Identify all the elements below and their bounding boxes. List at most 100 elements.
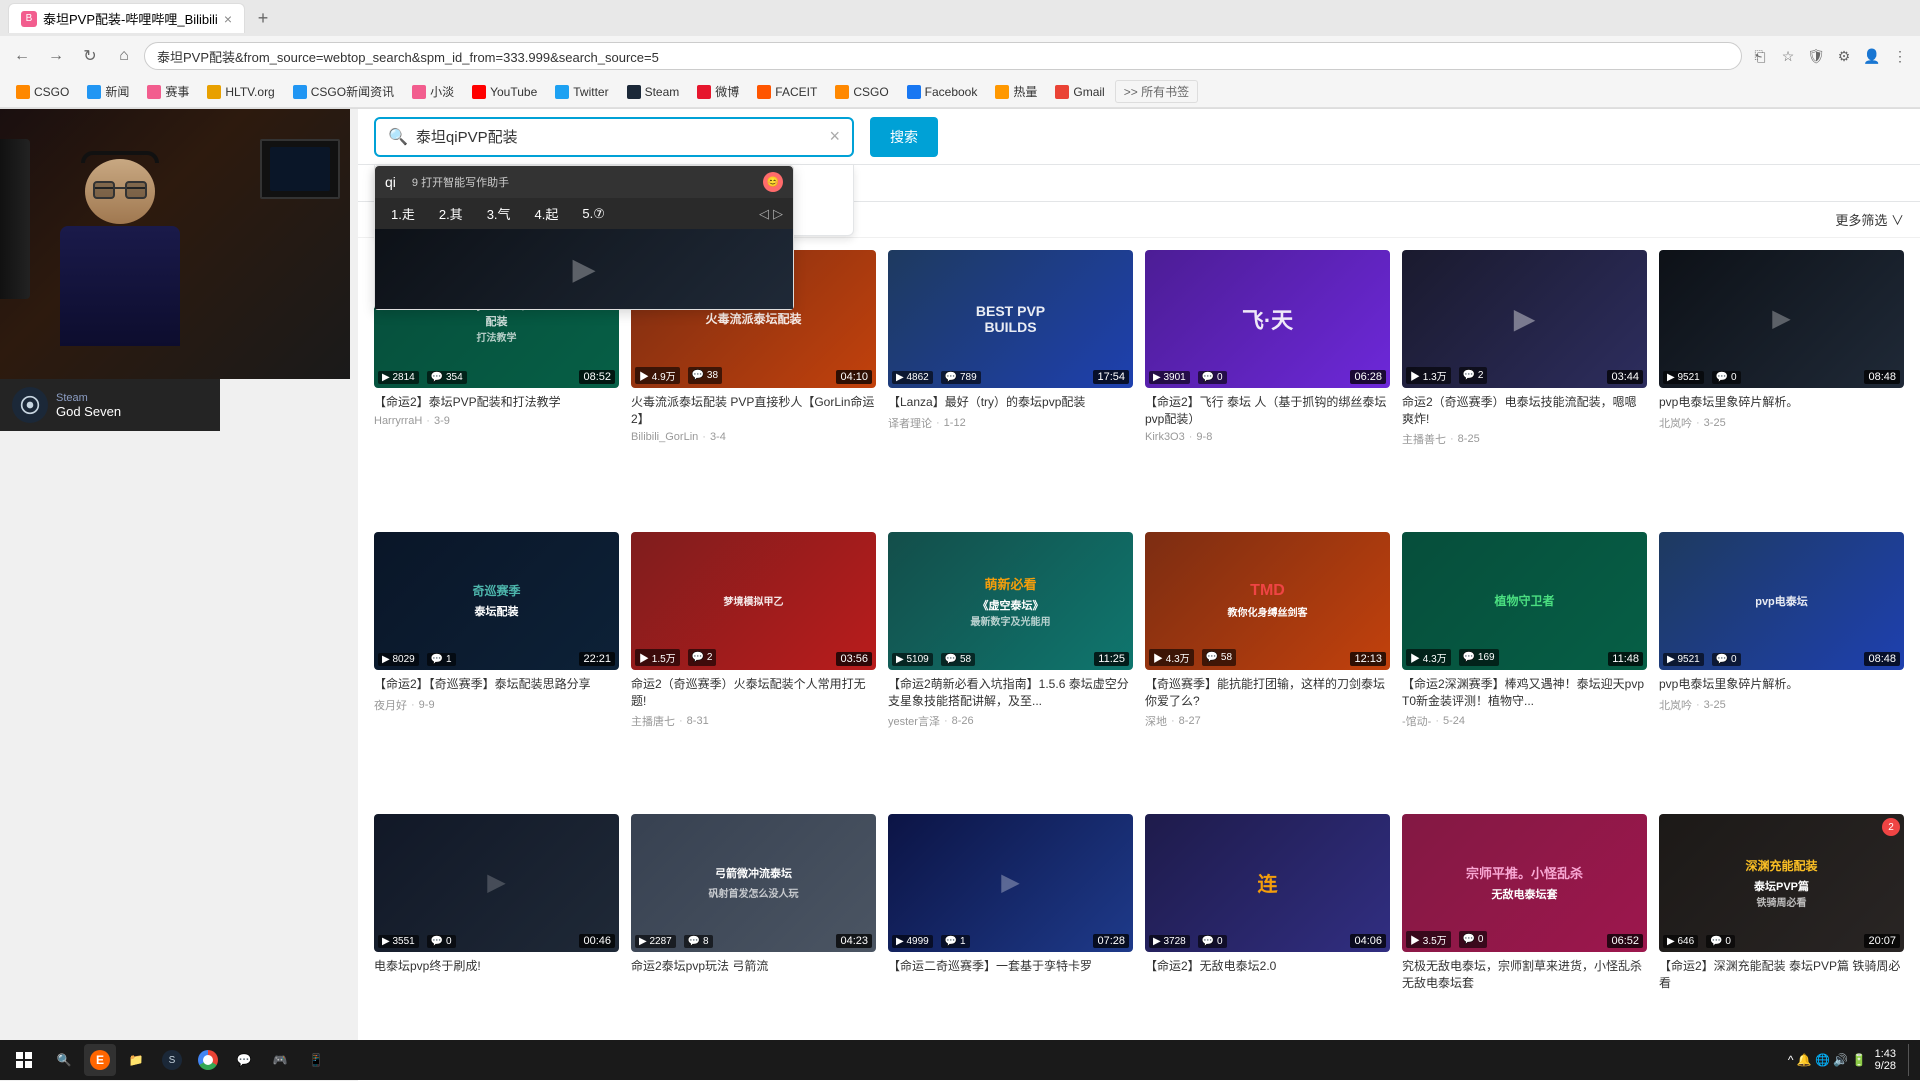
video-author-extra: 北岚吟 · 3-25 [1659,415,1904,431]
video-thumb-11: pvp电泰坛 ▶ 9521 💬 0 08:48 [1659,532,1904,670]
search-button[interactable]: 搜索 [870,117,938,157]
video-thumb-6: 奇巡赛季 泰坛配装 ▶ 8029 💬 1 22:21 [374,532,619,670]
video-author-7: 主播唐七 · 8-31 [631,713,876,729]
bookmark-twitter[interactable]: Twitter [547,83,616,101]
bookmark-reliang[interactable]: 热量 [987,81,1045,102]
taskbar-search-icon[interactable]: 🔍 [48,1044,80,1076]
ime-candidate-4[interactable]: 4.起 [529,202,565,225]
bookmark-csgo-news[interactable]: CSGO新闻资讯 [285,81,402,102]
bookmark-steam[interactable]: Steam [619,83,688,101]
video-thumb-13: 弓箭微冲流泰坛 矾射首发怎么没人玩 ▶ 2287 💬 8 04:23 [631,814,876,952]
taskbar-right: ^ 🔔 🌐 🔊 🔋 1:43 9/28 [1788,1044,1912,1076]
ime-candidate-3[interactable]: 3.气 [481,202,517,225]
refresh-button[interactable]: ↻ [76,42,104,70]
more-bookmarks-button[interactable]: >> 所有书签 [1115,80,1198,103]
video-card-6[interactable]: 奇巡赛季 泰坛配装 ▶ 8029 💬 1 22:21 【命运2】【奇巡赛季】泰坛… [374,532,619,802]
video-title-16: 究极无敌电泰坛，宗师割草来进货，小怪乱杀无敌电泰坛套 [1402,958,1647,992]
video-title-extra: pvp电泰坛里象碎片解析。 [1659,394,1904,411]
video-title-1: 【命运2】泰坛PVP配装和打法教学 [374,394,619,411]
taskbar-chrome-icon[interactable] [192,1044,224,1076]
video-title-8: 【命运2萌新必看入坑指南】1.5.6 泰坛虚空分支星象技能搭配讲解，及至... [888,676,1133,710]
ime-current-input: qi [385,174,396,190]
video-card-extra[interactable]: ▶ ▶ 9521 💬 0 08:48 pvp电泰坛里象碎片解析。 北岚吟 · 3… [1659,250,1904,520]
ime-ai-hint: 9 打开智能写作助手 [412,174,509,190]
bookmark-csgo-1[interactable]: CSGO [8,83,77,101]
video-card-11[interactable]: pvp电泰坛 ▶ 9521 💬 0 08:48 pvp电泰坛里象碎片解析。 北岚… [1659,532,1904,802]
video-title-3: 【Lanza】最好（try）的泰坛pvp配装 [888,394,1133,411]
bookmark-faceit[interactable]: FACEIT [749,83,825,101]
video-card-12[interactable]: ▶ ▶ 3551 💬 0 00:46 电泰坛pvp终于刷成! [374,814,619,1068]
forward-button[interactable]: → [42,42,70,70]
share-icon[interactable]: ⎗ [1748,44,1772,68]
taskbar: 🔍 E 📁 S 💬 🎮 📱 ^ 🔔 🌐 🔊 🔋 1:43 9/28 [0,1040,1920,1080]
video-card-5[interactable]: ▶ ▶ 1.3万 💬 2 03:44 命运2（奇巡赛季）电泰坛技能流配装，嗯嗯爽… [1402,250,1647,520]
address-input[interactable] [144,42,1742,70]
taskbar-steam-icon[interactable]: S [156,1044,188,1076]
start-button[interactable] [8,1044,40,1076]
bookmark-news[interactable]: 新闻 [79,81,137,102]
ime-next-icon[interactable]: ▷ [773,206,783,222]
steam-notification[interactable]: Steam God Seven [0,379,220,431]
tab-title: 泰坦PVP配装-哔哩哔哩_Bilibili [43,9,218,28]
video-title-13: 命运2泰坛pvp玩法 弓箭流 [631,958,876,975]
taskbar-browser-icon[interactable]: E [84,1044,116,1076]
video-title-15: 【命运2】无敌电泰坛2.0 [1145,958,1390,975]
video-card-16[interactable]: 宗师平推。小怪乱杀 无敌电泰坛套 ▶ 3.5万 💬 0 06:52 究极无敌电泰… [1402,814,1647,1068]
home-button[interactable]: ⌂ [110,42,138,70]
clock: 1:43 9/28 [1875,1048,1896,1072]
taskbar-extra-icon[interactable]: 📱 [300,1044,332,1076]
video-card-8[interactable]: 萌新必看 《虚空泰坛》 最新数字及光能用 ▶ 5109 💬 58 11:25 【… [888,532,1133,802]
search-input[interactable] [416,128,822,145]
active-tab[interactable]: B 泰坦PVP配装-哔哩哔哩_Bilibili × [8,3,245,33]
video-card-15[interactable]: 连 ▶ 3728 💬 0 04:06 【命运2】无敌电泰坛2.0 [1145,814,1390,1068]
taskbar-msg-icon[interactable]: 💬 [228,1044,260,1076]
video-author-11: 北岚吟 · 3-25 [1659,697,1904,713]
video-thumb-5: ▶ ▶ 1.3万 💬 2 03:44 [1402,250,1647,388]
bookmark-star-icon[interactable]: ☆ [1776,44,1800,68]
back-button[interactable]: ← [8,42,36,70]
video-card-17[interactable]: 深渊充能配装 泰坛PVP篇 铁骑周必看 2 ▶ 646 💬 0 20:07 【命… [1659,814,1904,1068]
settings-icon[interactable]: ⚙ [1832,44,1856,68]
bookmark-youtube-label: YouTube [490,85,537,99]
ime-candidate-1[interactable]: 1.走 [385,202,421,225]
tab-favicon: B [21,11,37,27]
video-card-3[interactable]: BEST PVPBUILDS ▶ 4862 💬 789 17:54 【Lanza… [888,250,1133,520]
new-tab-button[interactable]: + [249,4,277,32]
ime-prev-icon[interactable]: ◁ [759,206,769,222]
bookmark-saishi[interactable]: 赛事 [139,81,197,102]
video-thumb-4: 飞·天 ▶ 3901 💬 0 06:28 [1145,250,1390,388]
show-desktop-button[interactable] [1908,1044,1912,1076]
ime-candidate-2[interactable]: 2.其 [433,202,469,225]
profile-icon[interactable]: 👤 [1860,44,1884,68]
video-card-13[interactable]: 弓箭微冲流泰坛 矾射首发怎么没人玩 ▶ 2287 💬 8 04:23 命运2泰坛… [631,814,876,1068]
extension-icon[interactable]: 🛡 [1804,44,1828,68]
menu-icon[interactable]: ⋮ [1888,44,1912,68]
bookmark-xiaodan[interactable]: 小淡 [404,81,462,102]
video-card-9[interactable]: TMD 教你化身缚丝剑客 ▶ 4.3万 💬 58 12:13 【奇巡赛季】能抗能… [1145,532,1390,802]
video-thumb-12: ▶ ▶ 3551 💬 0 00:46 [374,814,619,952]
bookmark-csgo-2[interactable]: CSGO [827,83,896,101]
more-filter-button[interactable]: 更多筛选 ∨ [1835,210,1904,229]
video-author-9: 深地 · 8-27 [1145,713,1390,729]
ime-candidate-5[interactable]: 5.⑦ [576,204,611,224]
bookmark-gmail[interactable]: Gmail [1047,83,1112,101]
bookmark-hltv[interactable]: HLTV.org [199,83,282,101]
video-title-2: 火毒流派泰坛配装 PVP直接秒人【GorLin命运2】 [631,394,876,428]
video-card-10[interactable]: 植物守卫者 ▶ 4.3万 💬 169 11:48 【命运2深渊赛季】棒鸡又遇神！… [1402,532,1647,802]
steam-notification-text: Steam God Seven [56,392,121,419]
video-card-14[interactable]: ▶ ▶ 4999 💬 1 07:28 【命运二奇巡赛季】一套基于孪特卡罗 [888,814,1133,1068]
video-thumb-7: 梦境模拟甲乙 ▶ 1.5万 💬 2 03:56 [631,532,876,670]
bookmark-weibo[interactable]: 微博 [689,81,747,102]
video-thumb-16: 宗师平推。小怪乱杀 无敌电泰坛套 ▶ 3.5万 💬 0 06:52 [1402,814,1647,952]
video-card-7[interactable]: 梦境模拟甲乙 ▶ 1.5万 💬 2 03:56 命运2（奇巡赛季）火泰坛配装个人… [631,532,876,802]
steam-logo-icon [12,387,48,423]
video-title-9: 【奇巡赛季】能抗能打团输，这样的刀剑泰坛你爱了么? [1145,676,1390,710]
tab-close-button[interactable]: × [224,11,232,27]
taskbar-app-icon[interactable]: 🎮 [264,1044,296,1076]
search-clear-icon[interactable]: × [829,126,840,147]
video-card-4[interactable]: 飞·天 ▶ 3901 💬 0 06:28 【命运2】飞行 泰坛 人（基于抓钩的绑… [1145,250,1390,520]
bookmark-youtube[interactable]: YouTube [464,83,545,101]
bookmark-facebook[interactable]: Facebook [899,83,986,101]
video-thumb-extra: ▶ ▶ 9521 💬 0 08:48 [1659,250,1904,388]
taskbar-explorer-icon[interactable]: 📁 [120,1044,152,1076]
